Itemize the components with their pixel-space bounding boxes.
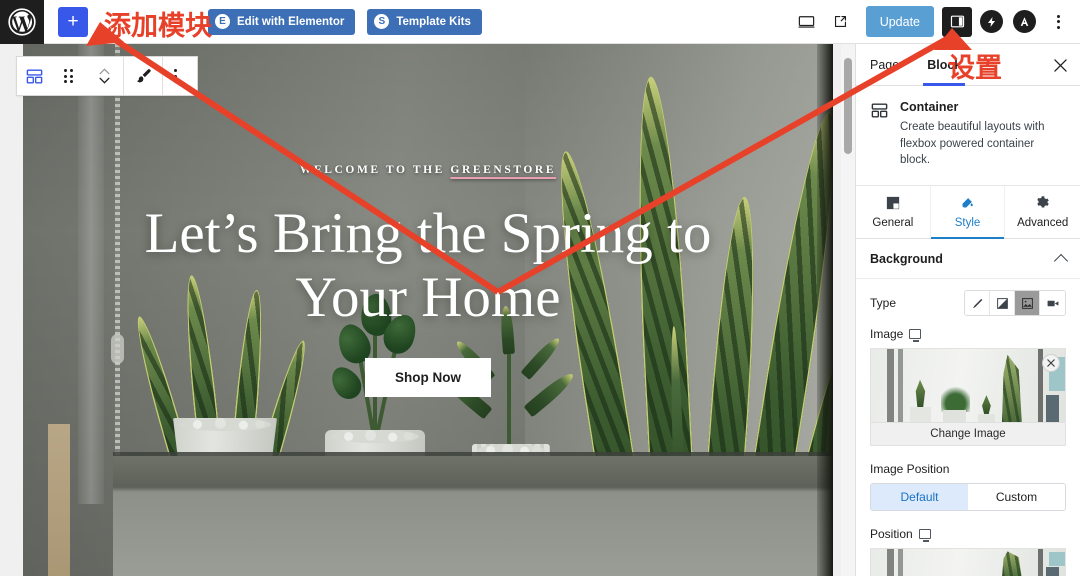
shop-now-button[interactable]: Shop Now — [365, 357, 491, 397]
wordpress-logo-icon[interactable] — [0, 0, 44, 44]
container-block-icon — [870, 101, 890, 169]
background-type-classic-button[interactable] — [965, 291, 990, 316]
sidebar-tabs: Page Block — [856, 44, 1080, 86]
style-subtabs: General Style Advanced — [856, 186, 1080, 240]
page-preview: WELCOME TO THE GREENSTORE Let’s Bring th… — [23, 44, 833, 576]
close-icon[interactable] — [1048, 53, 1072, 77]
subtab-advanced[interactable]: Advanced — [1005, 186, 1080, 238]
options-kebab-icon[interactable] — [163, 57, 197, 95]
chevron-down-icon — [98, 77, 110, 84]
change-image-button[interactable]: Change Image — [871, 422, 1065, 446]
container-block-icon[interactable] — [17, 57, 51, 95]
remove-image-icon[interactable] — [1042, 354, 1060, 373]
image-position-custom-button[interactable]: Custom — [968, 484, 1065, 511]
template-kits-badge-icon: S — [374, 14, 390, 29]
edit-with-elementor-label: Edit with Elementor — [237, 15, 345, 28]
template-kits-label: Template Kits — [396, 15, 471, 28]
chevron-up-icon[interactable] — [1053, 253, 1069, 268]
drag-handle-icon[interactable] — [51, 57, 85, 95]
blind-chain — [115, 44, 120, 514]
position-label: Position — [870, 527, 913, 542]
shelf-front — [113, 456, 833, 576]
chevron-up-icon — [98, 68, 110, 75]
preview-photo — [871, 549, 1065, 576]
lightning-bolt-icon[interactable] — [980, 10, 1003, 33]
subtab-style-label: Style — [954, 217, 981, 230]
background-type-label: Type — [870, 296, 897, 311]
settings-sidebar-icon[interactable] — [942, 6, 972, 37]
paint-drop-icon — [960, 195, 975, 213]
background-type-video-button[interactable] — [1040, 291, 1065, 316]
position-image-preview — [871, 549, 1065, 576]
gear-icon — [1035, 195, 1050, 213]
background-image-thumbnail[interactable]: Change Image — [870, 348, 1066, 447]
block-info: Container Create beautiful layouts with … — [856, 86, 1080, 187]
blind-chain-weight — [111, 334, 124, 364]
tab-page[interactable]: Page — [856, 44, 913, 86]
image-position-default-button[interactable]: Default — [871, 484, 968, 511]
elementor-badge-icon: E — [215, 14, 230, 29]
block-toolbar-group-style — [124, 57, 163, 95]
subtab-general-label: General — [872, 216, 914, 229]
image-position-toggle: Default Custom — [870, 483, 1066, 512]
block-toolbar-group-more — [163, 57, 197, 95]
canvas-scrollbar-thumb[interactable] — [844, 58, 852, 154]
position-field: Position — [856, 525, 1080, 576]
wordpress-block-editor: + E Edit with Elementor S Template Kits … — [0, 0, 1080, 576]
background-type-row: Type — [856, 279, 1080, 325]
position-label-row: Position — [870, 527, 1066, 543]
editor-canvas: WELCOME TO THE GREENSTORE Let’s Bring th… — [0, 44, 856, 576]
general-square-icon — [886, 196, 900, 213]
astra-logo-icon[interactable] — [1013, 10, 1036, 33]
block-title: Container — [900, 100, 959, 114]
block-info-text: Container Create beautiful layouts with … — [900, 100, 1064, 169]
background-type-image-button[interactable] — [1015, 291, 1040, 316]
block-toolbar — [16, 56, 198, 96]
block-move-arrows[interactable] — [85, 57, 123, 95]
background-image-label-row: Image — [870, 327, 1066, 343]
add-block-button[interactable]: + — [58, 6, 88, 37]
image-position-field: Image Position Default Custom — [856, 460, 1080, 512]
paintbrush-icon[interactable] — [124, 57, 162, 95]
edit-with-elementor-button[interactable]: E Edit with Elementor — [208, 8, 356, 35]
template-kits-button[interactable]: S Template Kits — [367, 8, 482, 35]
background-section-header[interactable]: Background — [856, 239, 1080, 280]
desktop-preview-icon[interactable] — [790, 5, 824, 39]
subtab-advanced-label: Advanced — [1017, 217, 1069, 230]
background-type-gradient-button[interactable] — [990, 291, 1015, 316]
hero-container-block[interactable]: WELCOME TO THE GREENSTORE Let’s Bring th… — [23, 44, 833, 576]
background-image-field: Image Change Image — [856, 325, 1080, 447]
options-kebab-icon[interactable] — [1046, 5, 1070, 39]
background-image-label: Image — [870, 327, 904, 342]
wooden-frame — [48, 424, 70, 576]
editor-top-bar: + E Edit with Elementor S Template Kits … — [0, 0, 1080, 44]
subtab-style[interactable]: Style — [930, 186, 1006, 240]
wall-dark-edge — [817, 44, 833, 576]
subtab-general[interactable]: General — [856, 186, 931, 239]
canvas-scrollbar[interactable] — [841, 44, 855, 576]
block-toolbar-group-move — [17, 57, 124, 95]
update-button[interactable]: Update — [865, 6, 934, 37]
background-section-title: Background — [870, 251, 943, 266]
image-position-label: Image Position — [870, 462, 950, 477]
view-external-link-icon[interactable] — [824, 5, 858, 39]
position-thumbnail[interactable] — [870, 548, 1066, 576]
block-description: Create beautiful layouts with flexbox po… — [900, 121, 1045, 167]
tab-block[interactable]: Block — [913, 44, 975, 86]
background-type-options — [964, 290, 1066, 317]
settings-sidebar: Page Block Container Create beautiful la… — [855, 44, 1080, 576]
desktop-responsive-icon[interactable] — [918, 529, 931, 543]
window-blind — [78, 44, 104, 504]
desktop-responsive-icon[interactable] — [909, 329, 922, 343]
